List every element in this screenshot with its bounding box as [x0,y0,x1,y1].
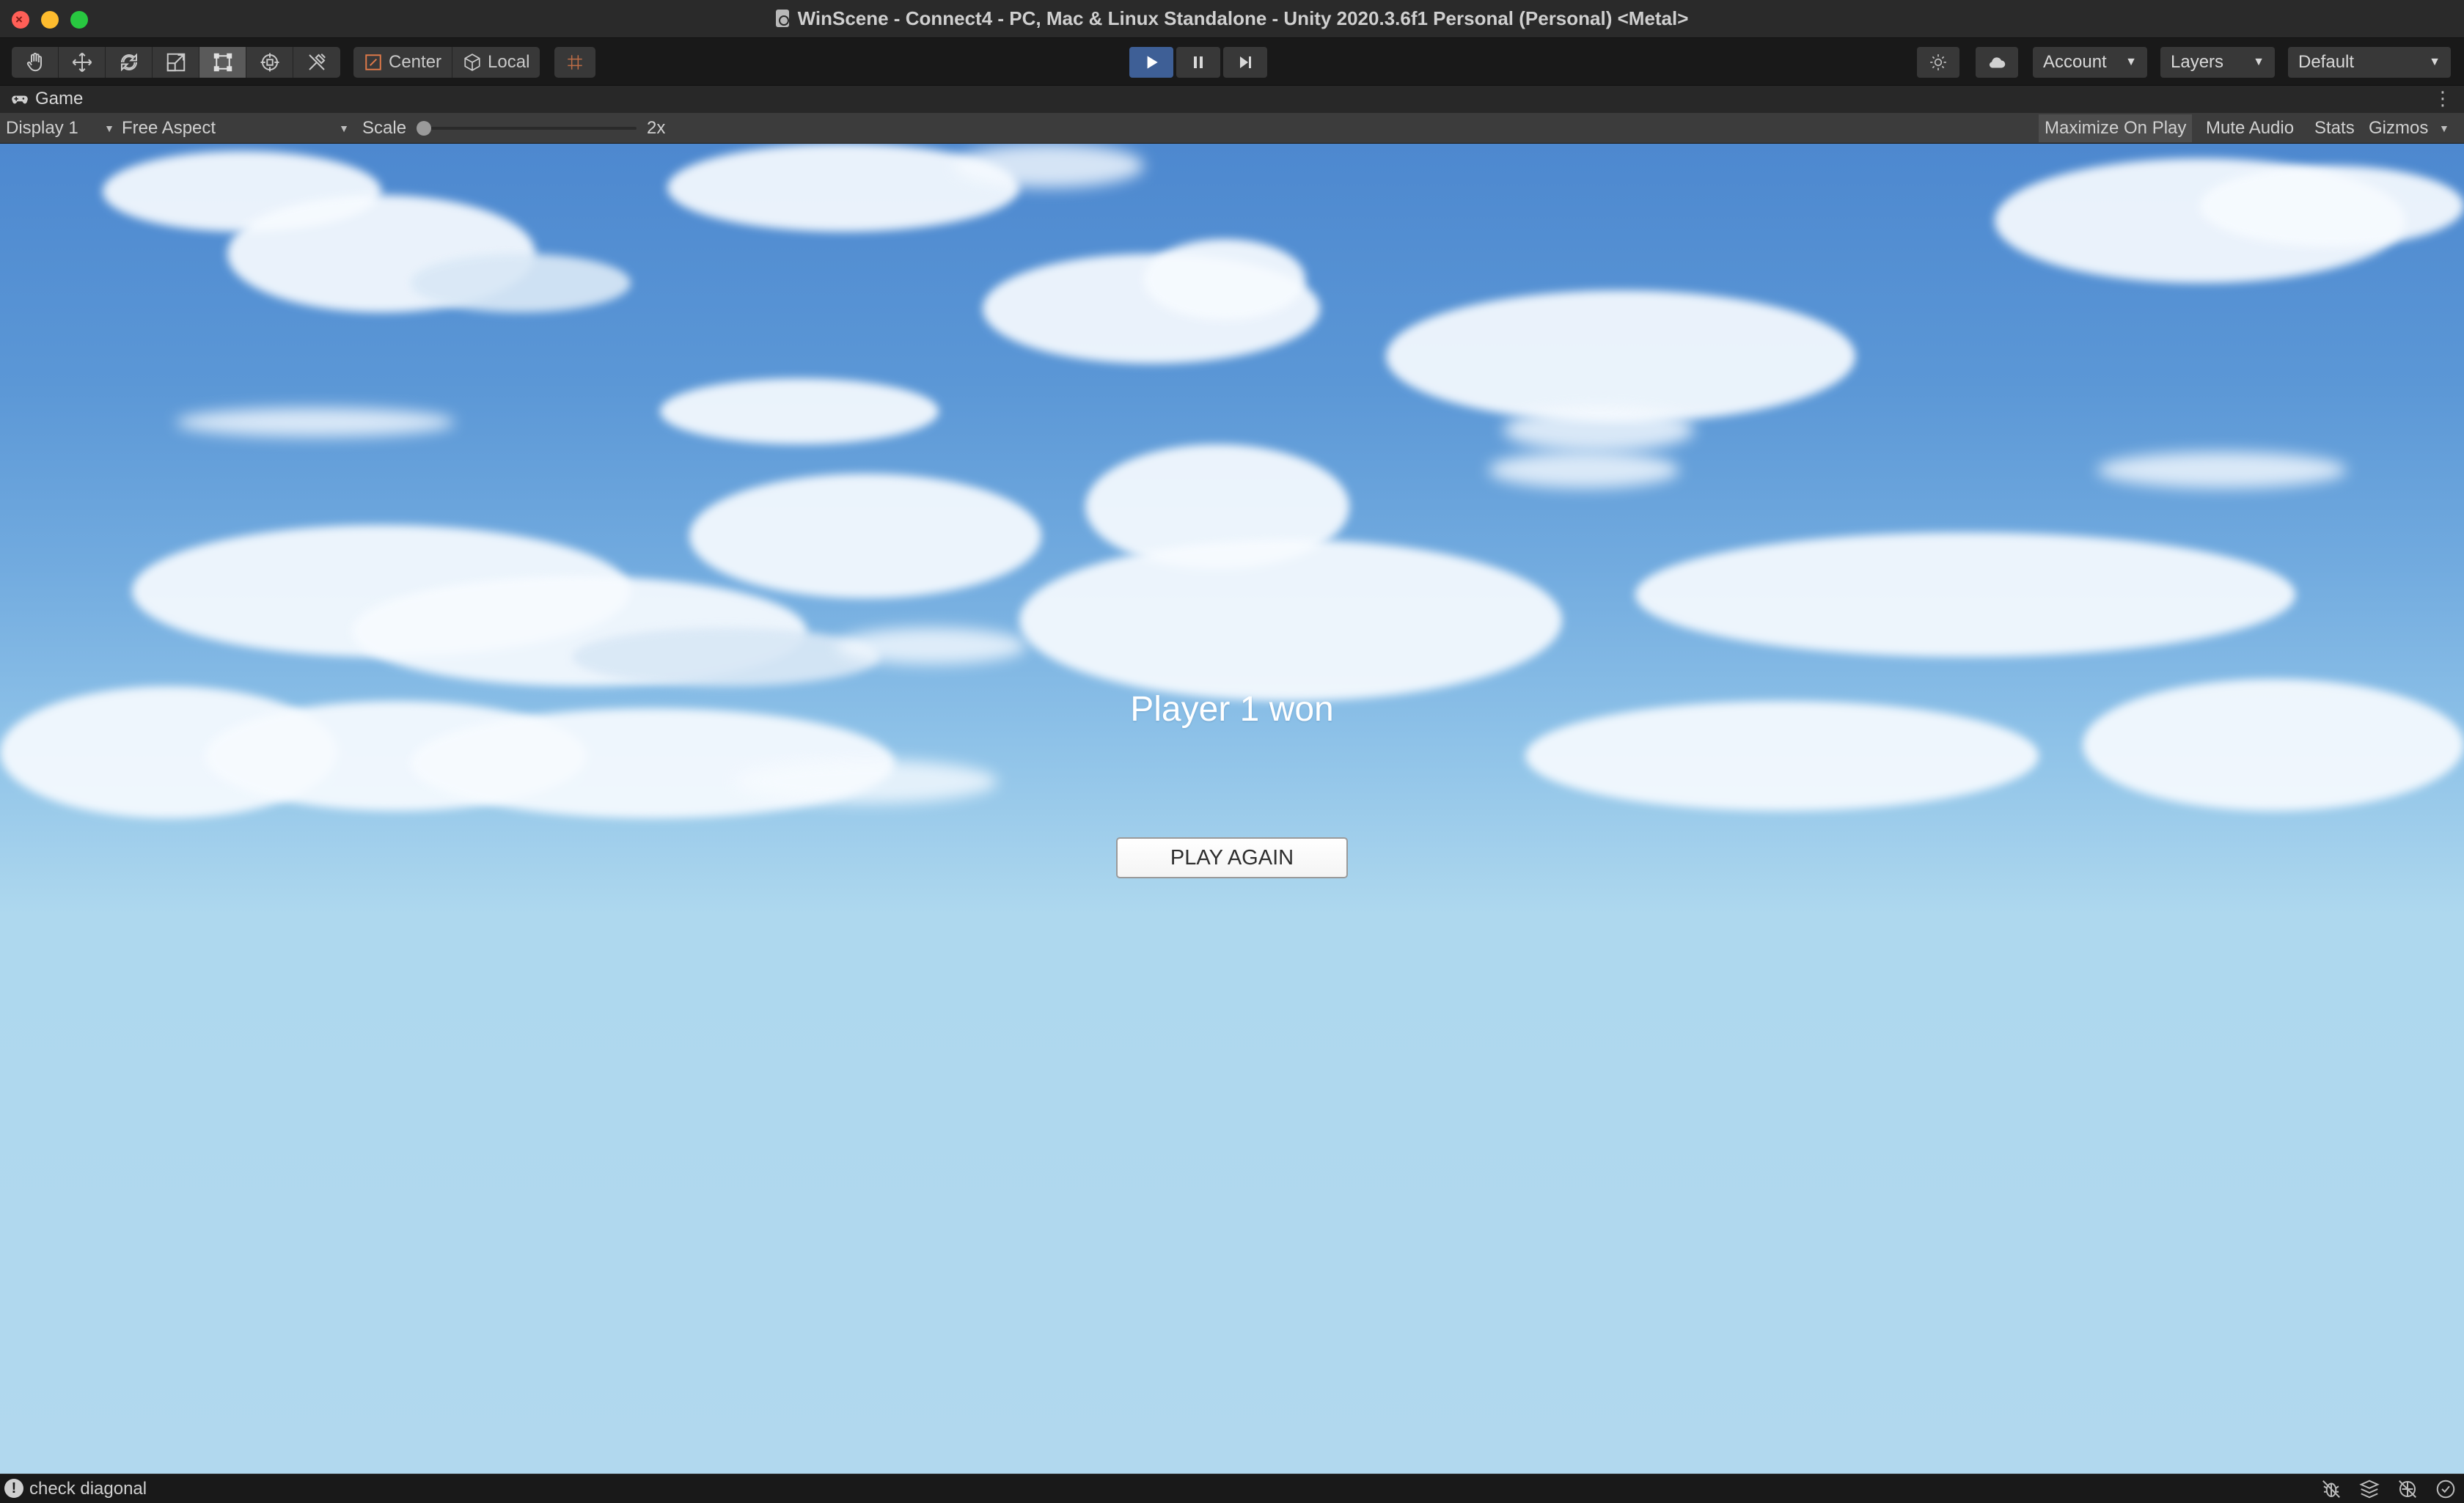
layout-dropdown[interactable]: Default ▼ [2288,47,2451,78]
play-icon [1147,56,1158,69]
window-title-container: WinScene - Connect4 - PC, Mac & Linux St… [0,7,2464,30]
pivot-center-label: Center [389,52,442,72]
status-icons [2320,1478,2457,1500]
custom-tools-button[interactable] [293,47,340,78]
mute-audio-toggle[interactable]: Mute Audio [2200,114,2300,142]
rotate-tool-button[interactable] [106,47,153,78]
transform-tool-icon [260,53,279,72]
console-message[interactable]: check diagonal [29,1479,147,1499]
move-tool-button[interactable] [59,47,106,78]
hand-tool-icon [26,52,42,72]
collab-button[interactable] [1917,47,1959,78]
hand-tool-button[interactable] [12,47,59,78]
rect-tool-icon [213,53,232,72]
layers-dropdown[interactable]: Layers ▼ [2160,47,2275,78]
layout-label: Default [2298,52,2355,72]
transform-tool-button[interactable] [246,47,293,78]
gizmos-dropdown-chevron-icon[interactable]: ▼ [2439,113,2449,144]
scale-tool-button[interactable] [153,47,199,78]
pivot-local-label: Local [488,52,530,72]
game-result-text: Player 1 won [1130,690,1334,729]
display-dropdown[interactable]: Display 1 ▼ [6,113,114,144]
collab-sun-icon [1930,54,1946,70]
chevron-down-icon: ▼ [2125,56,2137,68]
pause-button[interactable] [1176,47,1220,78]
scale-slider-thumb[interactable] [417,121,431,136]
local-space-cube-icon [464,54,480,71]
cloud-button[interactable] [1976,47,2018,78]
pivot-group: Center Local [353,47,540,78]
pivot-center-icon [365,54,381,70]
account-dropdown[interactable]: Account ▼ [2033,47,2147,78]
transform-tools-group [12,47,340,78]
tab-game[interactable]: Game [10,89,83,109]
scale-value: 2x [647,118,666,138]
window-title: WinScene - Connect4 - PC, Mac & Linux St… [797,7,1689,29]
rotate-tool-icon [120,53,137,72]
custom-tools-icon [309,54,326,70]
layers-label: Layers [2171,52,2224,72]
check-circle-icon[interactable] [2435,1478,2457,1500]
chevron-down-icon: ▼ [2429,56,2441,68]
window-titlebar: × WinScene - Connect4 - PC, Mac & Linux … [0,0,2464,38]
account-label: Account [2043,52,2107,72]
grid-snap-group [554,47,595,78]
cloud-icon [1989,57,2006,68]
gizmos-toggle[interactable]: Gizmos [2363,114,2434,142]
grid-snap-button[interactable] [554,47,595,78]
play-button[interactable] [1129,47,1173,78]
chevron-down-icon: ▼ [2253,56,2265,68]
playmode-controls [1129,47,1267,78]
tab-menu-kebab-icon[interactable]: ⋮ [2433,87,2452,110]
aspect-label: Free Aspect [122,118,216,138]
info-icon: ! [4,1479,23,1498]
step-button[interactable] [1223,47,1267,78]
gamepad-icon [12,95,28,104]
status-bar: ! check diagonal [0,1474,2464,1503]
scale-slider-track[interactable] [419,127,637,130]
step-icon [1240,56,1251,68]
pivot-center-button[interactable]: Center [353,47,453,78]
network-off-icon[interactable] [2397,1478,2419,1500]
rect-tool-button[interactable] [199,47,246,78]
play-again-button[interactable]: PLAY AGAIN [1116,837,1348,878]
display-label: Display 1 [6,118,78,138]
main-toolbar: Center Local Account ▼ Layers ▼ Default … [0,38,2464,85]
bug-icon[interactable] [2320,1478,2342,1500]
pivot-local-button[interactable]: Local [452,47,540,78]
game-view-toolbar: Display 1 ▼ Free Aspect ▼ Scale 2x Maxim… [0,113,2464,144]
chevron-down-icon: ▼ [104,122,114,134]
chevron-down-icon: ▼ [339,122,349,134]
stats-toggle[interactable]: Stats [2309,114,2361,142]
layers-stack-icon[interactable] [2358,1478,2380,1500]
maximize-on-play-toggle[interactable]: Maximize On Play [2039,114,2193,142]
unity-scene-doc-icon [775,10,789,27]
scale-tool-icon [166,53,185,72]
move-tool-icon [72,52,92,73]
game-view: Player 1 won PLAY AGAIN [0,144,2464,1474]
tab-game-label: Game [35,89,84,109]
aspect-dropdown[interactable]: Free Aspect ▼ [122,113,349,144]
pause-icon [1194,56,1203,68]
grid-snap-icon [568,55,582,70]
scale-label: Scale [362,118,407,138]
game-tab-bar: Game ⋮ [0,85,2464,113]
